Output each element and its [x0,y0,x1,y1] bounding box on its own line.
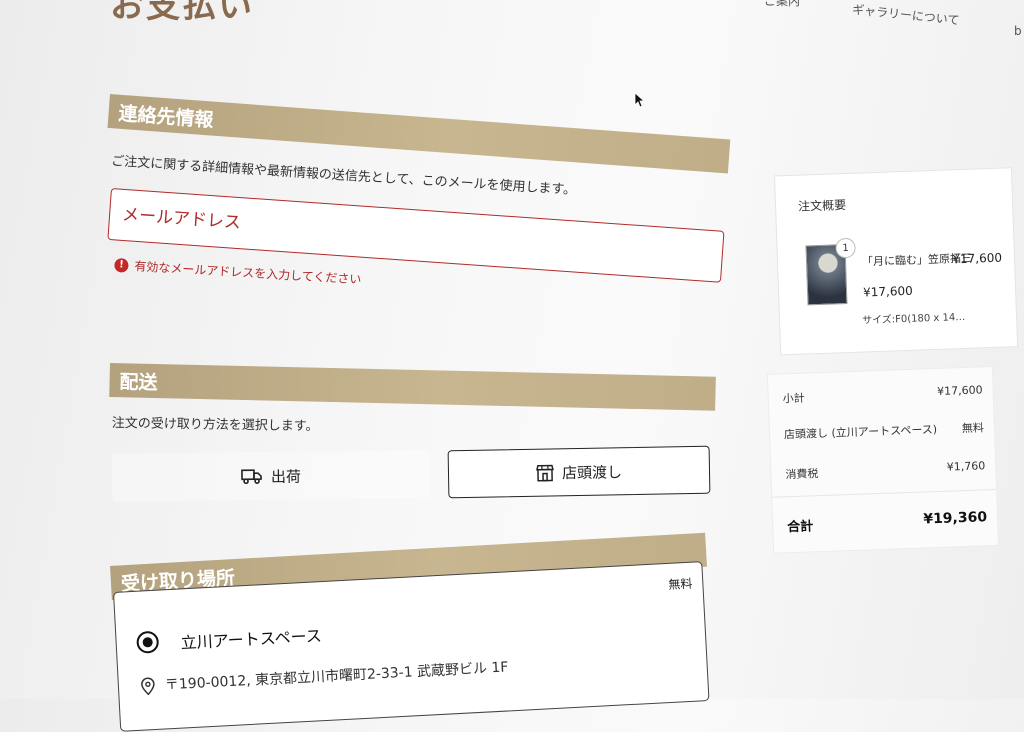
location-radio[interactable] [136,631,159,654]
tax-row: 消費税 ¥1,760 [785,459,985,482]
delivery-heading-text: 配送 [119,367,158,395]
contact-heading-text: 連絡先情報 [118,98,215,132]
item-unit-price: ¥17,600 [863,284,913,300]
store-icon [536,464,554,481]
shipping-label: 店頭渡し (立川アートスペース) [784,421,938,442]
tax-label: 消費税 [785,465,819,482]
subtotal-value: ¥17,600 [937,383,983,401]
truck-icon [241,468,263,484]
error-icon: ! [114,257,129,272]
subtotal-label: 小計 [782,390,805,407]
order-summary-totals: 小計 ¥17,600 店頭渡し (立川アートスペース) 無料 消費税 ¥1,76… [767,366,999,554]
total-value: ¥19,360 [923,509,987,530]
pickup-location-card[interactable]: 無料 立川アートスペース 〒190-0012, 東京都立川市曙町2-33-1 武… [113,561,710,732]
nav-item-guide[interactable]: ご案内 [764,0,800,9]
shipping-value: 無料 [962,419,985,436]
tax-value: ¥1,760 [947,459,986,476]
pickup-option-button[interactable]: 店頭渡し [448,446,711,499]
nav-item-blog[interactable]: b [1014,24,1022,38]
ship-option-button[interactable]: 出荷 [112,450,430,501]
location-address: 〒190-0012, 東京都立川市曙町2-33-1 武蔵野ビル 1F [164,656,508,694]
total-row: 合計 ¥19,360 [787,509,988,535]
location-name: 立川アートスペース [180,622,322,653]
order-summary-title: 注文概要 [798,196,847,215]
subtotal-row: 小計 ¥17,600 [782,383,982,406]
total-label: 合計 [787,515,814,535]
map-pin-icon [141,677,156,696]
radio-selected-dot [142,637,153,648]
email-error-text: 有効なメールアドレスを入力してください [134,257,362,287]
summary-divider [772,489,996,498]
mouse-cursor-icon [634,92,644,108]
delivery-description: 注文の受け取り方法を選択します。 [112,412,319,434]
shipping-row: 店頭渡し (立川アートスペース) 無料 [784,419,984,442]
location-price: 無料 [668,575,693,593]
item-line-price: ¥17,600 [952,251,1002,267]
item-size: サイズ:F0(180 x 14… [862,310,972,330]
page-title: お支払い [110,0,254,27]
order-summary-items: 注文概要 1 「月に臨む」笠原拓三 ¥17,600 ¥17,600 サイズ:F0… [774,167,1018,355]
nav-item-about-gallery[interactable]: ギャラリーについて [851,0,960,28]
quantity-badge: 1 [835,238,856,259]
email-error-message: ! 有効なメールアドレスを入力してください [114,256,362,288]
delivery-section-heading: 配送 [109,363,716,411]
order-summary: 注文概要 1 「月に臨む」笠原拓三 ¥17,600 ¥17,600 サイズ:F0… [760,167,1024,556]
checkout-page: お支払い ご案内 ギャラリーについて b 連絡先情報 ご注文に関する詳細情報や最… [0,0,1024,699]
ship-option-label: 出荷 [271,465,301,486]
top-nav: ご案内 ギャラリーについて b [764,0,1024,44]
pickup-option-label: 店頭渡し [562,461,622,483]
